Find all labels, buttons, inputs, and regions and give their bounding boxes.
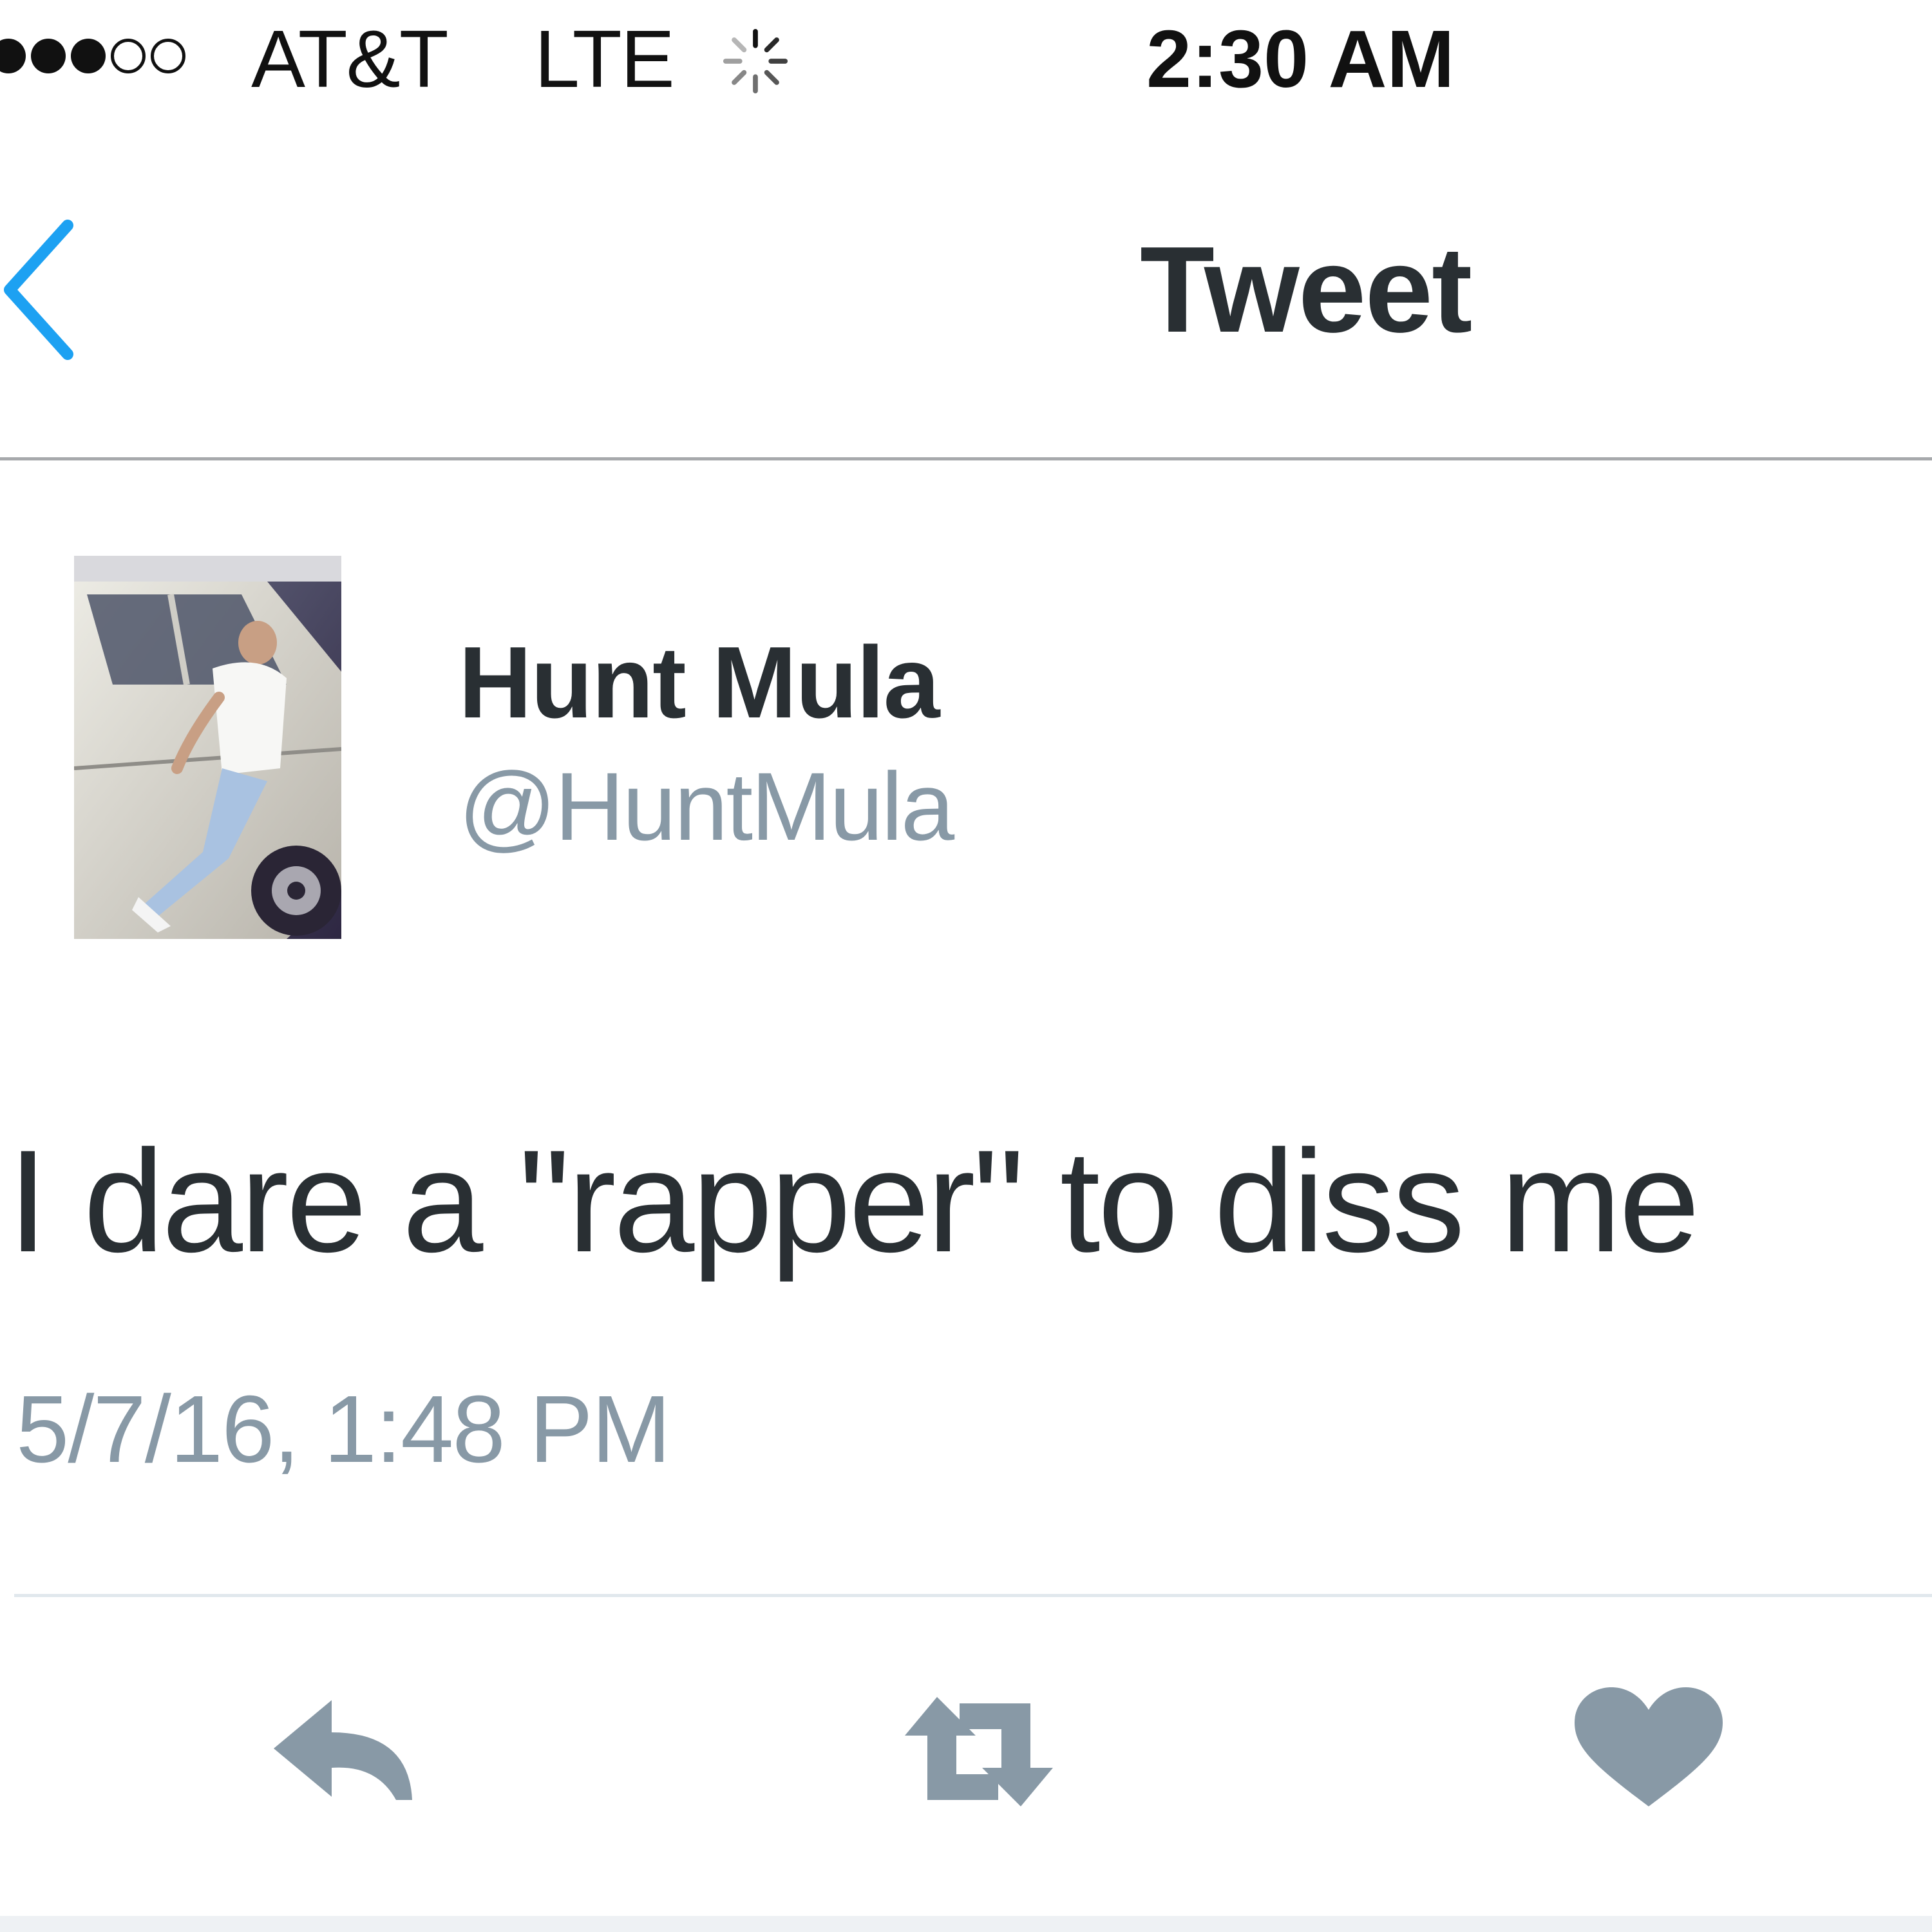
navigation-bar: Tweet [0, 122, 1932, 460]
signal-dot [71, 39, 106, 73]
tweet-text: I dare a "rapper" to diss me [8, 1119, 1700, 1282]
retweet-icon [905, 1697, 1053, 1806]
avatar[interactable] [74, 556, 341, 939]
tweet-timestamp: 5/7/16, 1:48 PM [16, 1376, 671, 1482]
tweet-detail-screen: AT&T LTE 2:30 AM Tweet Hunt Mula @HuntMu… [0, 0, 1932, 1932]
signal-dot [111, 39, 146, 73]
loading-spinner-icon [720, 26, 791, 97]
bottom-edge [0, 1916, 1932, 1932]
signal-dot [31, 39, 66, 73]
retweet-button[interactable] [902, 1687, 1056, 1816]
author-handle[interactable]: @HuntMula [459, 755, 954, 858]
heart-icon [1575, 1687, 1723, 1806]
like-button[interactable] [1571, 1687, 1726, 1816]
status-bar: AT&T LTE 2:30 AM [0, 0, 1932, 122]
chevron-left-icon [4, 220, 73, 360]
status-time: 2:30 AM [1146, 14, 1455, 104]
profile-photo [74, 556, 341, 939]
divider [14, 1594, 1932, 1597]
network-type: LTE [535, 14, 675, 104]
reply-icon [274, 1700, 412, 1800]
signal-strength-icon [0, 39, 185, 73]
author-display-name[interactable]: Hunt Mula [459, 628, 940, 737]
carrier-name: AT&T [251, 14, 449, 104]
back-button[interactable] [0, 213, 90, 367]
signal-dot [0, 39, 26, 73]
reply-button[interactable] [267, 1687, 422, 1816]
signal-dot [151, 39, 185, 73]
page-title: Tweet [1140, 222, 1472, 358]
